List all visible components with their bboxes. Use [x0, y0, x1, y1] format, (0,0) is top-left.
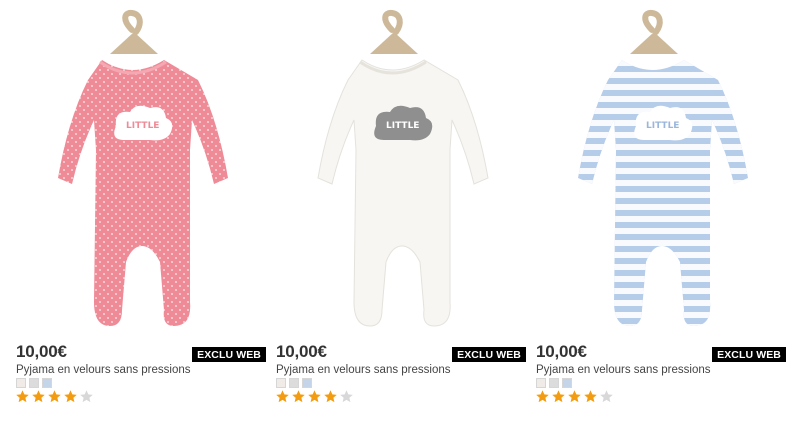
star-empty-icon: [600, 390, 613, 403]
exclu-web-badge: EXCLU WEB: [712, 347, 786, 362]
color-swatch[interactable]: [302, 378, 312, 388]
hanger-icon: [370, 9, 418, 54]
star-empty-icon: [80, 390, 93, 403]
star-filled-icon: [16, 390, 29, 403]
star-filled-icon: [552, 390, 565, 403]
star-filled-icon: [32, 390, 45, 403]
product-title[interactable]: Pyjama en velours sans pressions: [276, 364, 451, 376]
star-filled-icon: [276, 390, 289, 403]
product-price: 10,00€: [16, 342, 67, 361]
color-swatch[interactable]: [16, 378, 26, 388]
star-filled-icon: [584, 390, 597, 403]
star-rating: [275, 389, 354, 404]
color-swatch[interactable]: [276, 378, 286, 388]
svg-text:LITTLE: LITTLE: [386, 121, 419, 131]
star-filled-icon: [324, 390, 337, 403]
star-filled-icon: [568, 390, 581, 403]
product-image[interactable]: LITTLE: [274, 0, 526, 340]
color-swatches: [16, 378, 52, 388]
product-image[interactable]: LITTLE: [534, 0, 786, 340]
onesie-blue: LITTLE: [578, 60, 748, 326]
product-card[interactable]: LITTLE 10,00€ EXCLU WEB Pyjama en velour…: [274, 0, 526, 424]
color-swatch[interactable]: [549, 378, 559, 388]
exclu-web-badge: EXCLU WEB: [192, 347, 266, 362]
color-swatch[interactable]: [536, 378, 546, 388]
product-price: 10,00€: [276, 342, 327, 361]
exclu-web-badge: EXCLU WEB: [452, 347, 526, 362]
product-title[interactable]: Pyjama en velours sans pressions: [536, 364, 711, 376]
product-grid: LITTLE 10,00€ EXCLU WEB Pyjama en velour…: [0, 0, 802, 424]
color-swatch[interactable]: [42, 378, 52, 388]
color-swatch[interactable]: [29, 378, 39, 388]
onesie-pink: LITTLE: [58, 60, 228, 326]
star-filled-icon: [48, 390, 61, 403]
product-price: 10,00€: [536, 342, 587, 361]
color-swatches: [536, 378, 572, 388]
svg-text:LITTLE: LITTLE: [126, 121, 159, 131]
star-filled-icon: [308, 390, 321, 403]
color-swatch[interactable]: [562, 378, 572, 388]
star-rating: [15, 389, 94, 404]
product-card[interactable]: LITTLE 10,00€ EXCLU WEB Pyjama en velour…: [534, 0, 786, 424]
star-rating: [535, 389, 614, 404]
product-title[interactable]: Pyjama en velours sans pressions: [16, 364, 191, 376]
product-image[interactable]: LITTLE: [14, 0, 266, 340]
star-filled-icon: [292, 390, 305, 403]
color-swatch[interactable]: [289, 378, 299, 388]
hanger-icon: [630, 9, 678, 54]
star-empty-icon: [340, 390, 353, 403]
star-filled-icon: [64, 390, 77, 403]
svg-text:LITTLE: LITTLE: [646, 121, 679, 131]
color-swatches: [276, 378, 312, 388]
star-filled-icon: [536, 390, 549, 403]
product-card[interactable]: LITTLE 10,00€ EXCLU WEB Pyjama en velour…: [14, 0, 266, 424]
onesie-white: LITTLE: [317, 59, 489, 327]
hanger-icon: [110, 9, 158, 54]
